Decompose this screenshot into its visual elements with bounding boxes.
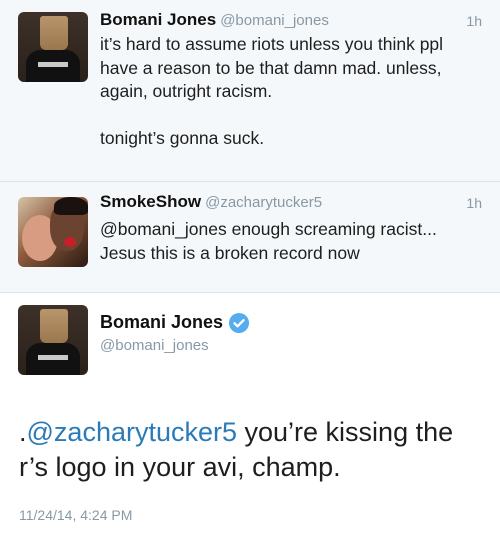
tweet-text: .@zacharytucker5 you’re kissing the r’s …: [19, 415, 489, 485]
display-name[interactable]: Bomani Jones: [100, 10, 216, 29]
avatar-logo: [38, 355, 68, 360]
tweet-header: SmokeShow @zacharytucker5: [100, 192, 322, 212]
avatar[interactable]: [18, 305, 88, 375]
main-name-line: Bomani Jones: [100, 312, 250, 333]
avatar-mark: [64, 237, 76, 247]
tweet-header: Bomani Jones @bomani_jones: [100, 10, 329, 30]
tweet-item[interactable]: SmokeShow @zacharytucker5 1h @bomani_jone…: [0, 182, 500, 293]
username[interactable]: @bomani_jones: [220, 12, 329, 29]
username[interactable]: @bomani_jones: [100, 337, 209, 354]
username[interactable]: @zacharytucker5: [205, 194, 322, 211]
avatar[interactable]: [18, 12, 88, 82]
display-name[interactable]: Bomani Jones: [100, 312, 223, 333]
verified-badge-icon: [229, 312, 250, 333]
display-name[interactable]: SmokeShow: [100, 192, 201, 211]
tweet-text: it’s hard to assume riots unless you thi…: [100, 34, 444, 148]
tweet-text: @bomani_jones enough screaming racist...…: [100, 219, 437, 263]
avatar-bag: [40, 16, 68, 50]
tweet-item[interactable]: Bomani Jones @bomani_jones 1h it’s hard t…: [0, 0, 500, 182]
text-prefix: .: [19, 417, 27, 447]
tweet-timestamp: 11/24/14, 4:24 PM: [19, 507, 133, 523]
avatar-hair: [54, 197, 88, 215]
avatar-bag: [40, 309, 68, 343]
mention-link[interactable]: @zacharytucker5: [27, 417, 238, 447]
avatar-logo: [38, 62, 68, 67]
tweet-time: 1h: [466, 13, 482, 29]
tweet-time: 1h: [466, 195, 482, 211]
avatar[interactable]: [18, 197, 88, 267]
main-tweet: Bomani Jones @bomani_jones .@zacharytuck…: [0, 293, 500, 535]
